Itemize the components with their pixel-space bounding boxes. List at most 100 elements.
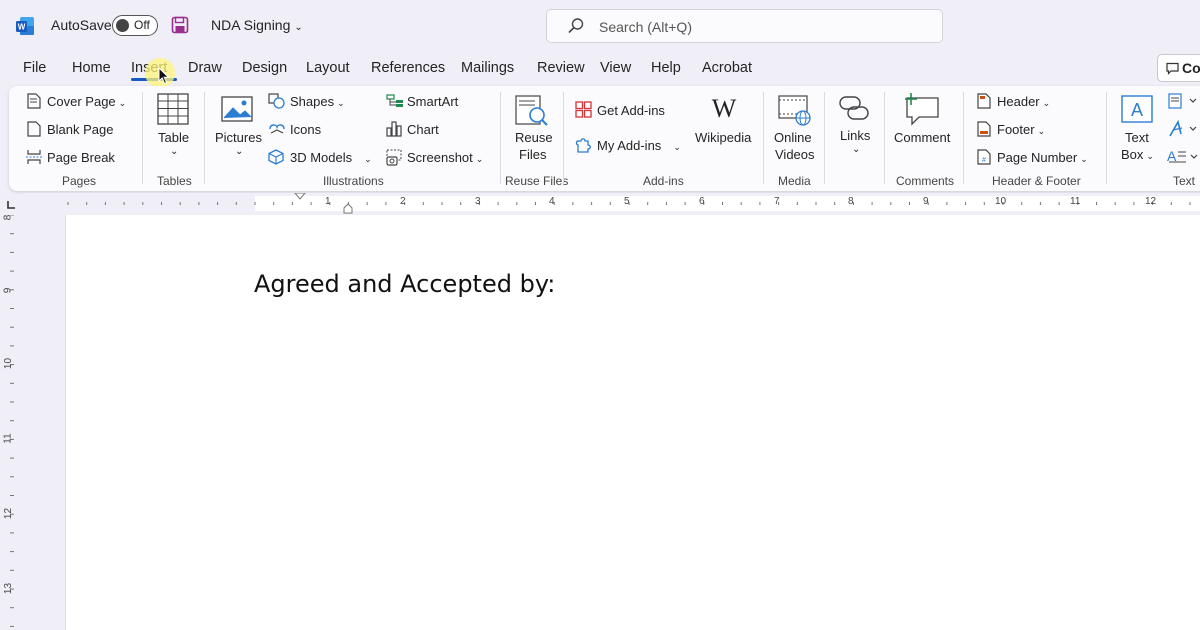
reuse-files-line1[interactable]: Reuse bbox=[515, 130, 553, 145]
group-divider bbox=[1106, 92, 1107, 184]
reuse-files-icon bbox=[515, 95, 548, 126]
links-button[interactable]: Links bbox=[840, 128, 870, 143]
ruler-number: 8 bbox=[848, 196, 854, 207]
pictures-button[interactable]: Pictures bbox=[215, 130, 262, 145]
screenshot-icon bbox=[386, 149, 402, 166]
autosave-toggle[interactable]: Off bbox=[112, 15, 158, 36]
autosave-state: Off bbox=[134, 18, 150, 32]
tab-help[interactable]: Help bbox=[651, 60, 681, 76]
group-divider bbox=[204, 92, 205, 184]
save-icon[interactable] bbox=[171, 16, 189, 34]
chevron-down-icon[interactable]: ⌄ bbox=[235, 146, 243, 157]
search-icon bbox=[568, 18, 584, 34]
page-break-button[interactable]: Page Break bbox=[47, 150, 115, 165]
document-title[interactable]: NDA Signing ⌄ bbox=[211, 17, 303, 33]
my-addins-label: My Add-ins bbox=[597, 138, 662, 153]
word-logo-icon: W bbox=[16, 17, 34, 35]
chevron-down-icon: ⌄ bbox=[475, 154, 484, 164]
comments-label: Co bbox=[1182, 60, 1200, 76]
chevron-down-icon: ⌄ bbox=[1037, 126, 1046, 136]
links-icon bbox=[839, 96, 869, 120]
comments-button[interactable]: Co bbox=[1157, 54, 1200, 82]
group-divider bbox=[884, 92, 885, 184]
pictures-icon bbox=[221, 96, 253, 122]
get-addins-button[interactable]: Get Add-ins bbox=[597, 103, 665, 118]
tab-file[interactable]: File bbox=[23, 60, 46, 76]
ruler-number: 7 bbox=[774, 196, 780, 207]
chevron-down-icon: ⌄ bbox=[294, 22, 303, 33]
cover-page-button[interactable]: Cover Page ⌄ bbox=[47, 94, 126, 109]
tab-draw[interactable]: Draw bbox=[188, 60, 222, 76]
page-number-button[interactable]: Page Number ⌄ bbox=[997, 150, 1088, 165]
document-page[interactable] bbox=[65, 215, 1200, 630]
online-videos-line1[interactable]: Online bbox=[774, 130, 812, 145]
3d-models-icon bbox=[268, 149, 284, 165]
group-label-illustrations: Illustrations bbox=[323, 174, 384, 188]
search-box[interactable]: Search (Alt+Q) bbox=[546, 9, 943, 43]
shapes-icon bbox=[268, 93, 285, 109]
online-videos-line2[interactable]: Videos bbox=[775, 147, 815, 162]
drop-cap-icon[interactable]: A bbox=[1166, 148, 1200, 164]
text-box-button[interactable]: Box ⌄ bbox=[1121, 147, 1154, 162]
ruler-number: 8 bbox=[2, 214, 14, 221]
chevron-down-icon[interactable]: ⌄ bbox=[170, 146, 178, 157]
title-bar: W AutoSave Off NDA Signing ⌄ Search (Alt+… bbox=[0, 0, 1200, 52]
group-label-tables: Tables bbox=[157, 174, 192, 188]
shapes-button[interactable]: Shapes ⌄ bbox=[290, 94, 345, 109]
chevron-down-icon[interactable]: ⌄ bbox=[852, 144, 860, 155]
document-title-text: NDA Signing bbox=[211, 17, 291, 33]
smartart-button[interactable]: SmartArt bbox=[407, 94, 458, 109]
tab-references[interactable]: References bbox=[371, 60, 445, 76]
new-comment-icon bbox=[905, 93, 939, 126]
ruler-number: 11 bbox=[1070, 196, 1081, 207]
ruler-ticks bbox=[67, 193, 1191, 214]
tab-view[interactable]: View bbox=[600, 60, 631, 76]
chevron-down-icon: ⌄ bbox=[1080, 154, 1088, 164]
tab-stop-selector-icon[interactable] bbox=[6, 200, 16, 210]
group-divider bbox=[963, 92, 964, 184]
wikipedia-button[interactable]: Wikipedia bbox=[695, 130, 751, 145]
footer-button[interactable]: Footer ⌄ bbox=[997, 122, 1045, 137]
text-box-line1[interactable]: Text bbox=[1125, 130, 1149, 145]
quick-parts-icon[interactable] bbox=[1168, 93, 1200, 109]
tab-review[interactable]: Review bbox=[537, 60, 585, 76]
chart-button[interactable]: Chart bbox=[407, 122, 439, 137]
reuse-files-line2[interactable]: Files bbox=[519, 147, 546, 162]
my-addins-button[interactable]: My Add-ins ⌄ bbox=[597, 138, 681, 153]
ruler-number: 2 bbox=[400, 196, 406, 207]
comment-button[interactable]: Comment bbox=[894, 130, 950, 145]
ruler-number: 1 bbox=[325, 196, 331, 207]
svg-text:#: # bbox=[982, 157, 986, 164]
wordart-icon[interactable] bbox=[1168, 120, 1200, 138]
group-label-media: Media bbox=[778, 174, 811, 188]
ruler-number: 6 bbox=[699, 196, 705, 207]
text-box-line2: Box bbox=[1121, 147, 1144, 162]
vertical-ruler-ticks bbox=[10, 215, 14, 627]
chevron-down-icon: ⌄ bbox=[337, 98, 345, 108]
tab-layout[interactable]: Layout bbox=[306, 60, 350, 76]
tab-home[interactable]: Home bbox=[72, 60, 111, 76]
tab-acrobat[interactable]: Acrobat bbox=[702, 60, 752, 76]
screenshot-button[interactable]: Screenshot ⌄ bbox=[407, 150, 483, 165]
blank-page-button[interactable]: Blank Page bbox=[47, 122, 114, 137]
blank-page-icon bbox=[27, 121, 41, 137]
group-label-header-footer: Header & Footer bbox=[992, 174, 1081, 188]
group-divider bbox=[563, 92, 564, 184]
cover-page-icon bbox=[27, 93, 41, 109]
wikipedia-icon: W bbox=[712, 96, 737, 120]
icons-button[interactable]: Icons bbox=[290, 122, 321, 137]
chevron-down-icon: ⌄ bbox=[673, 142, 681, 152]
page-number-icon: # bbox=[977, 149, 991, 165]
ruler-number: 10 bbox=[3, 357, 15, 370]
document-body-text[interactable]: Agreed and Accepted by: bbox=[254, 270, 555, 298]
chevron-down-icon: ⌄ bbox=[118, 98, 127, 108]
tab-design[interactable]: Design bbox=[242, 60, 287, 76]
table-button[interactable]: Table bbox=[158, 130, 189, 145]
header-button[interactable]: Header ⌄ bbox=[997, 94, 1050, 109]
tab-mailings[interactable]: Mailings bbox=[461, 60, 514, 76]
chevron-down-icon: ⌄ bbox=[1042, 98, 1051, 108]
group-label-reuse-files: Reuse Files bbox=[505, 174, 569, 188]
ruler-number: 4 bbox=[549, 196, 555, 207]
online-videos-icon bbox=[778, 95, 811, 126]
3d-models-button[interactable]: 3D Models ⌄ bbox=[290, 150, 372, 165]
